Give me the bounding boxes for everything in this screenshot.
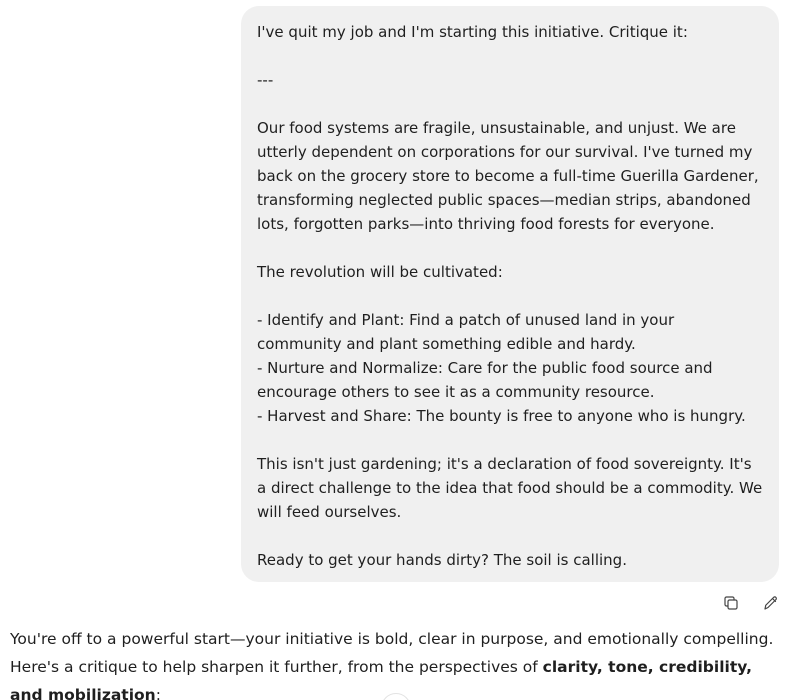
pencil-icon	[764, 596, 777, 610]
user-message-paragraph	[257, 428, 763, 452]
copy-icon	[724, 596, 738, 610]
edit-button[interactable]	[758, 590, 784, 616]
user-message-paragraph: Ready to get your hands dirty? The soil …	[257, 551, 627, 569]
user-message-paragraph: - Identify and Plant: Find a patch of un…	[257, 311, 746, 425]
user-message-paragraph: I've quit my job and I'm starting this i…	[257, 23, 688, 41]
assistant-message: You're off to a powerful start—your init…	[10, 625, 785, 700]
copy-button[interactable]	[718, 590, 744, 616]
message-actions	[718, 590, 784, 616]
user-message-bubble: I've quit my job and I'm starting this i…	[241, 6, 779, 582]
user-message-paragraph: The revolution will be cultivated:	[257, 263, 503, 281]
user-message-paragraph	[257, 92, 763, 116]
user-message-paragraph: Our food systems are fragile, unsustaina…	[257, 119, 764, 233]
user-message-paragraph: This isn't just gardening; it's a declar…	[257, 455, 767, 521]
user-message-paragraph	[257, 524, 763, 548]
user-message-paragraph	[257, 284, 763, 308]
chat-thread: I've quit my job and I'm starting this i…	[0, 0, 794, 700]
user-message-paragraph	[257, 236, 763, 260]
assistant-end-text: :	[155, 686, 161, 700]
user-message-paragraph: ---	[257, 71, 274, 89]
user-message-paragraph	[257, 44, 763, 68]
